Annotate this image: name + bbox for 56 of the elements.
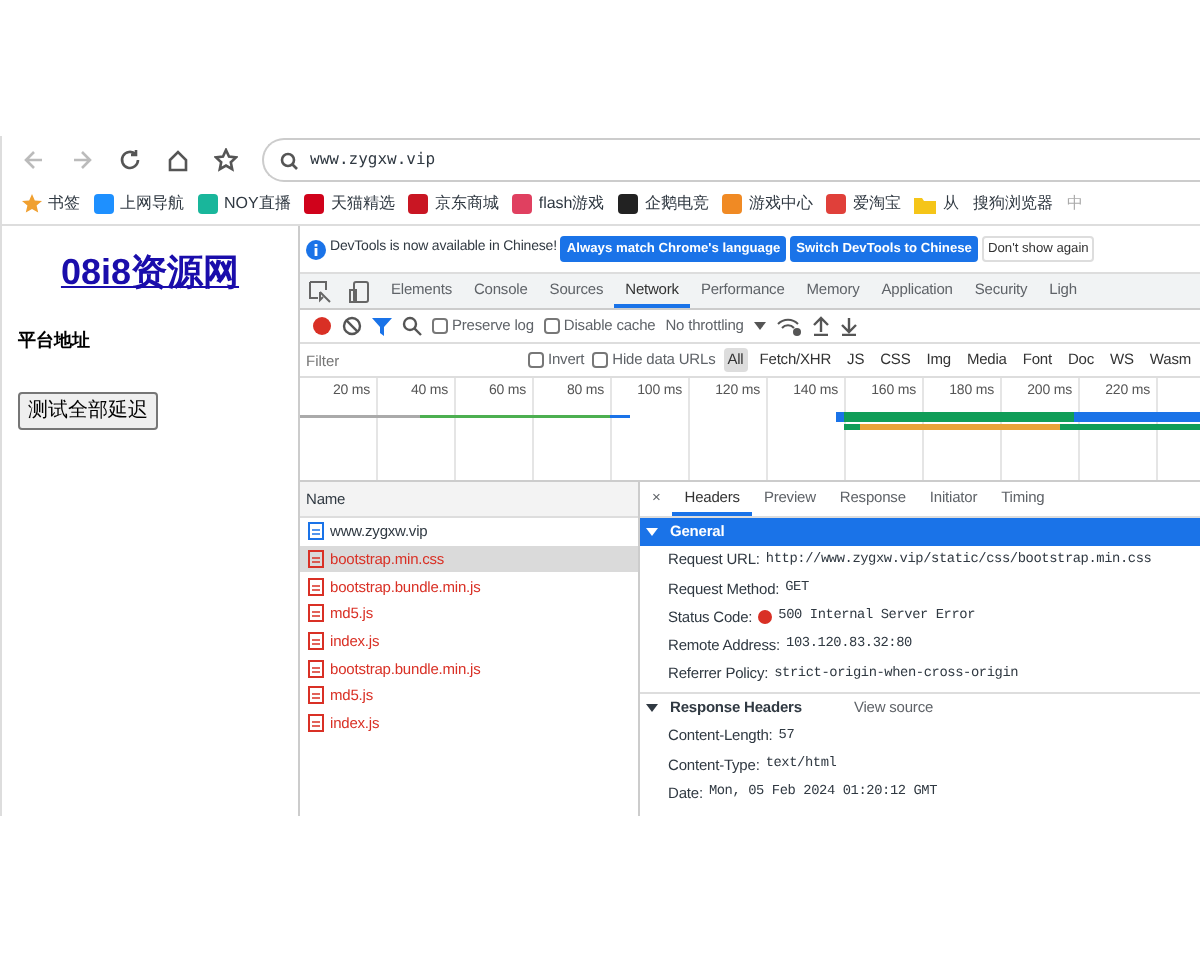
search-icon[interactable]: [402, 316, 422, 336]
error-file-icon: [308, 659, 324, 678]
bookmark-logo-icon: [304, 194, 325, 214]
bookmark-logo-icon: [94, 194, 114, 214]
bookmark-link[interactable]: 企鹅电竞: [644, 192, 709, 216]
bookmark-link[interactable]: flash游戏: [538, 192, 605, 216]
record-icon[interactable]: [312, 316, 332, 336]
bookmark-link[interactable]: 天猫精选: [330, 192, 395, 216]
wifi-settings-icon[interactable]: [775, 316, 802, 336]
expanded-triangle-icon: [646, 701, 658, 714]
upload-icon[interactable]: [811, 316, 830, 336]
bookmark-logo-icon: [618, 194, 639, 214]
error-file-icon: [308, 632, 324, 651]
document-icon: [308, 522, 324, 541]
bookmark-logo-icon: [722, 194, 743, 214]
folder-icon: [914, 195, 937, 213]
inspect-icon[interactable]: [308, 280, 332, 304]
info-icon: [306, 239, 326, 259]
error-file-icon: [308, 686, 324, 705]
bookmark-link[interactable]: 从: [942, 192, 959, 216]
star-icon: [22, 194, 42, 214]
bookmark-link[interactable]: 爱淘宝: [852, 192, 901, 216]
error-file-icon: [308, 714, 324, 733]
platform-label: 平台地址: [18, 328, 90, 354]
bookmark-logo-icon: [512, 194, 533, 214]
star-icon[interactable]: [214, 148, 238, 172]
address-text: www.zygxw.vip: [310, 148, 436, 172]
home-icon[interactable]: [166, 148, 190, 172]
checkbox[interactable]: [432, 318, 448, 334]
bookmark-link[interactable]: 搜狗浏览器: [972, 192, 1053, 216]
bookmark-logo-icon: [408, 194, 429, 214]
bookmark-logo-icon: [198, 194, 218, 214]
address-bar[interactable]: www.zygxw.vip: [262, 138, 1200, 182]
bookmark-link[interactable]: 游戏中心: [748, 192, 813, 216]
search-icon: [280, 151, 298, 169]
site-title-link[interactable]: 08i8资源网: [60, 246, 240, 300]
error-file-icon: [308, 550, 324, 569]
reload-icon[interactable]: [118, 148, 142, 172]
filter-icon[interactable]: [372, 316, 392, 336]
bookmark-link[interactable]: 京东商城: [434, 192, 499, 216]
bookmark-link[interactable]: NOY直播: [224, 192, 291, 216]
status-dot: [758, 609, 773, 624]
test-delay-button[interactable]: 测试全部延迟: [18, 391, 158, 429]
checkbox[interactable]: [592, 352, 609, 368]
error-file-icon: [308, 604, 324, 623]
caret-icon[interactable]: [753, 322, 766, 330]
device-icon[interactable]: [348, 280, 372, 304]
checkbox[interactable]: [543, 318, 560, 334]
bookmark-link[interactable]: 上网导航: [120, 192, 184, 216]
checkbox[interactable]: [528, 352, 544, 368]
download-icon[interactable]: [839, 316, 858, 336]
clear-icon[interactable]: [342, 316, 362, 336]
bookmark-link[interactable]: 书签: [48, 192, 80, 216]
bookmark-logo-icon: [826, 194, 847, 214]
error-file-icon: [308, 577, 324, 596]
expanded-triangle-icon: [646, 526, 658, 538]
